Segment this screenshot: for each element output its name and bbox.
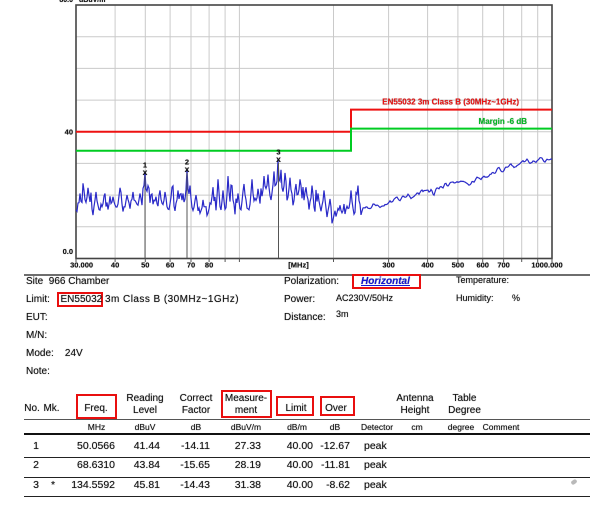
svg-text:80: 80: [205, 261, 213, 270]
svg-text:dBuV/m: dBuV/m: [79, 0, 105, 4]
svg-text:60: 60: [166, 261, 174, 270]
svg-text:EN55032 3m Class B (30MHz~1GHz: EN55032 3m Class B (30MHz~1GHz): [382, 98, 519, 107]
svg-text:600: 600: [476, 261, 489, 270]
svg-text:400: 400: [421, 261, 434, 270]
svg-text:700: 700: [497, 261, 510, 270]
svg-text:40: 40: [65, 128, 73, 137]
svg-text:40: 40: [111, 261, 119, 270]
svg-text:1000.000: 1000.000: [531, 261, 562, 270]
svg-text:3: 3: [276, 148, 280, 157]
svg-text:80.0: 80.0: [59, 0, 73, 4]
svg-text:[MHz]: [MHz]: [288, 261, 309, 270]
svg-text:70: 70: [187, 261, 195, 270]
svg-text:50: 50: [141, 261, 149, 270]
svg-text:1: 1: [143, 161, 147, 170]
svg-text:2: 2: [185, 158, 189, 167]
svg-text:Margin -6 dB: Margin -6 dB: [479, 117, 528, 126]
svg-text:0.0: 0.0: [63, 247, 73, 256]
svg-text:500: 500: [452, 261, 465, 270]
svg-text:30.000: 30.000: [70, 261, 93, 270]
svg-text:300: 300: [382, 261, 395, 270]
